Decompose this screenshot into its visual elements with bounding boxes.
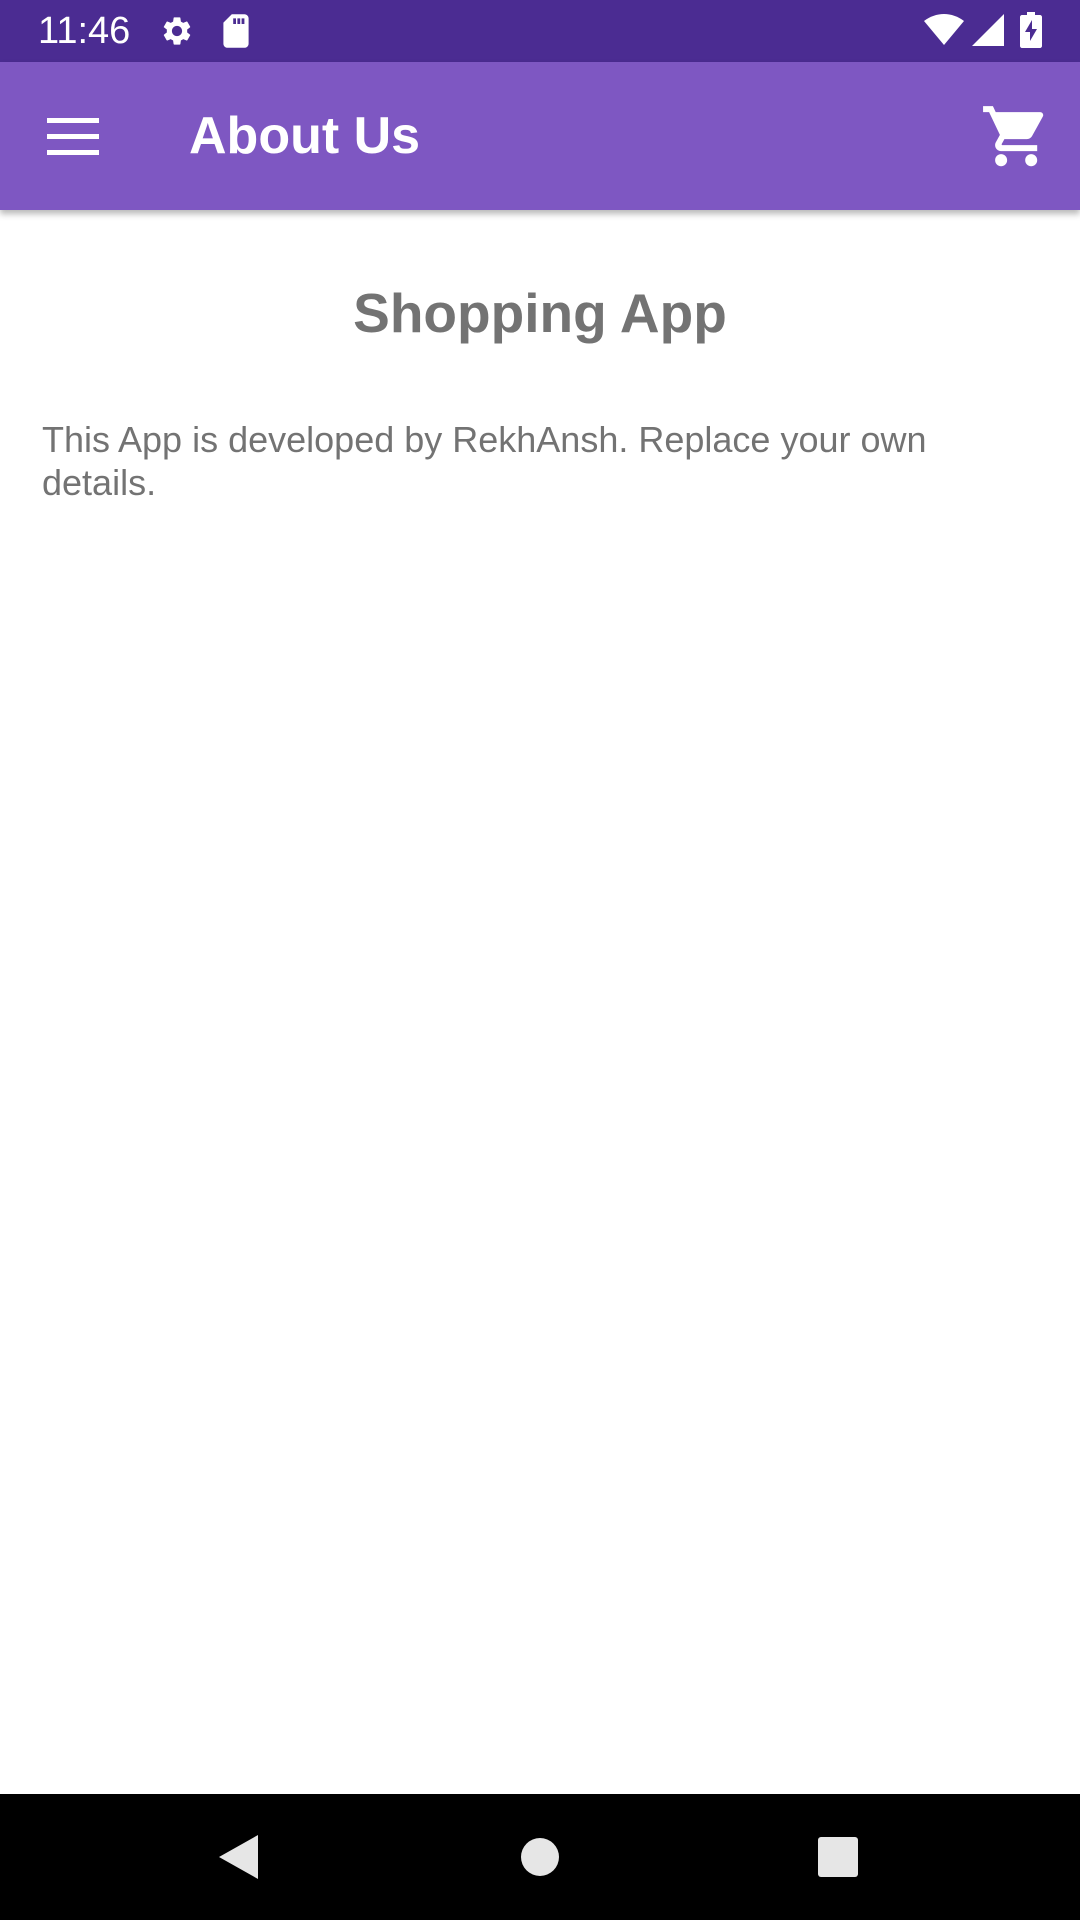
cellular-signal-icon — [972, 14, 1004, 46]
app-bar: About Us — [0, 62, 1080, 210]
status-time: 11:46 — [38, 10, 131, 52]
battery-charging-icon — [1020, 12, 1042, 48]
sd-card-icon — [223, 14, 249, 48]
back-icon — [219, 1835, 258, 1879]
recents-button[interactable] — [794, 1813, 882, 1901]
back-button[interactable] — [196, 1813, 284, 1901]
cart-button[interactable] — [972, 92, 1060, 180]
page-title: About Us — [189, 107, 421, 165]
settings-icon — [163, 17, 191, 45]
about-description: This App is developed by RekhAnsh. Repla… — [42, 419, 927, 503]
screen: 11:46 About Us Shopping App This App is … — [0, 0, 1080, 1920]
content-area: Shopping App This App is developed by Re… — [0, 210, 1080, 1794]
status-bar: 11:46 — [0, 0, 1080, 62]
recents-icon — [818, 1837, 858, 1877]
home-icon — [521, 1838, 559, 1876]
menu-button[interactable] — [30, 92, 118, 180]
app-name-heading: Shopping App — [353, 282, 727, 344]
hamburger-menu-icon — [47, 118, 99, 155]
shopping-cart-icon — [983, 106, 1044, 167]
navigation-bar — [0, 1794, 1080, 1920]
home-button[interactable] — [496, 1813, 584, 1901]
wifi-icon — [924, 14, 964, 45]
